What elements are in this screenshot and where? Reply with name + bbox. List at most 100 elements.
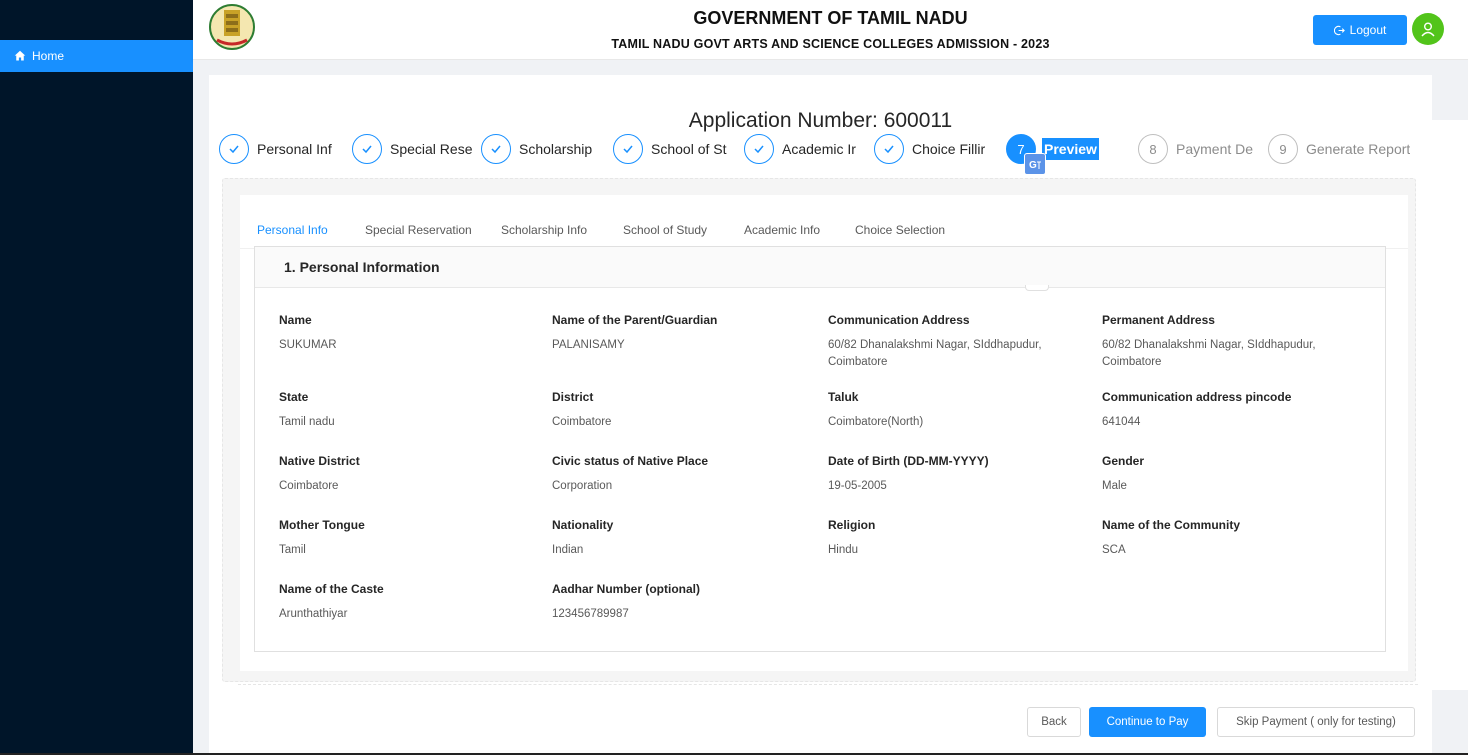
field-native-district: Native District Coimbatore — [279, 454, 552, 518]
field-label: Civic status of Native Place — [552, 454, 709, 468]
field-value: Coimbatore(North) — [828, 416, 924, 428]
step-academic-info[interactable]: Academic Ir — [744, 133, 866, 165]
field-value: 60/82 Dhanalakshmi Nagar, SIddhapudur, C… — [828, 339, 1042, 368]
field-label: Permanent Address — [1102, 313, 1215, 327]
field-value: Corporation — [552, 480, 613, 492]
field-label: Communication address pincode — [1102, 390, 1292, 404]
field-label: Nationality — [552, 518, 614, 532]
sidebar: Home — [0, 0, 193, 755]
field-label: Religion — [828, 518, 876, 532]
translate-icon[interactable]: G — [1024, 153, 1046, 175]
field-label: Native District — [279, 454, 360, 468]
field-label: State — [279, 390, 309, 404]
field-value: Hindu — [828, 544, 859, 556]
check-icon — [481, 134, 511, 164]
tab-school-of-study[interactable]: School of Study — [623, 223, 707, 237]
header-title: GOVERNMENT OF TAMIL NADU — [693, 8, 968, 28]
user-icon — [1421, 22, 1435, 37]
field-label: Date of Birth (DD-MM-YYYY) — [828, 454, 989, 468]
step-payment-details[interactable]: 8 Payment De — [1138, 133, 1258, 165]
logout-button[interactable]: Logout — [1313, 15, 1407, 45]
step-choice-filling[interactable]: Choice Fillir — [874, 133, 998, 165]
logout-label: Logout — [1349, 23, 1387, 37]
step-label: School of St — [651, 141, 727, 157]
continue-to-pay-button[interactable]: Continue to Pay — [1089, 707, 1206, 737]
field-name: Name SUKUMAR — [279, 313, 552, 390]
tab-choice-selection[interactable]: Choice Selection — [855, 223, 945, 237]
field-religion: Religion Hindu — [828, 518, 1102, 582]
sidebar-item-home[interactable]: Home — [0, 40, 193, 72]
avatar[interactable] — [1412, 13, 1444, 45]
check-icon — [744, 134, 774, 164]
field-label: Mother Tongue — [279, 518, 365, 532]
field-label: Communication Address — [828, 313, 970, 327]
field-label: Aadhar Number (optional) — [552, 582, 701, 596]
home-icon — [14, 50, 26, 61]
step-preview[interactable]: 7 Preview — [1006, 133, 1099, 165]
step-label: Special Rese — [390, 141, 473, 157]
field-label: District — [552, 390, 594, 404]
personal-info-grid: Name SUKUMAR Name of the Parent/Guardian P… — [279, 313, 1376, 646]
tab-special-reservation[interactable]: Special Reservation — [365, 223, 472, 237]
sidebar-item-label: Home — [32, 49, 65, 63]
field-caste: Name of the Caste Arunthathiyar — [279, 582, 552, 646]
logout-icon — [1333, 25, 1345, 35]
field-value: PALANISAMY — [552, 339, 625, 351]
field-nationality: Nationality Indian — [552, 518, 828, 582]
field-value: 60/82 Dhanalakshmi Nagar, SIddhapudur, C… — [1102, 339, 1316, 368]
svg-text:G: G — [1029, 160, 1037, 171]
steps-bar: Personal Inf Special Rese Scholarship Sc… — [219, 133, 1459, 165]
step-scholarship[interactable]: Scholarship — [481, 133, 603, 165]
field-value: Arunthathiyar — [279, 608, 348, 620]
header-subtitle: TAMIL NADU GOVT ARTS AND SCIENCE COLLEGE… — [611, 37, 1050, 51]
step-label: Preview — [1042, 138, 1099, 160]
check-icon — [613, 134, 643, 164]
step-label: Scholarship — [519, 141, 593, 157]
collapse-handle[interactable] — [1025, 285, 1049, 291]
step-label: Choice Fillir — [912, 141, 986, 157]
check-icon — [219, 134, 249, 164]
step-generate-report[interactable]: 9 Generate Report — [1268, 133, 1410, 165]
field-value: SUKUMAR — [279, 339, 337, 351]
field-date-of-birth: Date of Birth (DD-MM-YYYY) 19-05-2005 — [828, 454, 1102, 518]
field-pincode: Communication address pincode 641044 — [1102, 390, 1376, 454]
field-value: Indian — [552, 544, 584, 556]
step-school-of-study[interactable]: School of St — [613, 133, 737, 165]
scrollbar-track[interactable] — [1432, 120, 1468, 690]
field-label: Name of the Community — [1102, 518, 1241, 532]
field-gender: Gender Male — [1102, 454, 1376, 518]
field-value: 19-05-2005 — [828, 480, 887, 492]
field-civic-status: Civic status of Native Place Corporation — [552, 454, 828, 518]
application-number: Application Number: 600011 — [688, 109, 953, 132]
tab-personal-info[interactable]: Personal Info — [257, 223, 328, 237]
check-icon — [352, 134, 382, 164]
step-personal-info[interactable]: Personal Inf — [219, 133, 341, 165]
field-parent-guardian: Name of the Parent/Guardian PALANISAMY — [552, 313, 828, 390]
check-icon — [874, 134, 904, 164]
field-value: Coimbatore — [552, 416, 612, 428]
field-label: Taluk — [828, 390, 859, 404]
field-label: Name of the Parent/Guardian — [552, 313, 718, 327]
field-value: Male — [1102, 480, 1127, 492]
footer-actions: Back Continue to Pay Skip Payment ( only… — [238, 684, 1418, 755]
section-title: 1. Personal Information — [255, 247, 1385, 288]
step-number: 8 — [1138, 134, 1168, 164]
field-value: Coimbatore — [279, 480, 339, 492]
field-communication-address: Communication Address 60/82 Dhanalakshmi … — [828, 313, 1102, 390]
step-label: Payment De — [1176, 141, 1254, 157]
tab-academic-info[interactable]: Academic Info — [744, 223, 820, 237]
field-district: District Coimbatore — [552, 390, 828, 454]
field-state: State Tamil nadu — [279, 390, 552, 454]
step-special-reservation[interactable]: Special Rese — [352, 133, 474, 165]
field-taluk: Taluk Coimbatore(North) — [828, 390, 1102, 454]
field-value: Tamil nadu — [279, 416, 335, 428]
field-mother-tongue: Mother Tongue Tamil — [279, 518, 552, 582]
back-button[interactable]: Back — [1027, 707, 1081, 737]
skip-payment-button[interactable]: Skip Payment ( only for testing) — [1217, 707, 1415, 737]
step-label: Generate Report — [1306, 141, 1411, 157]
field-value: SCA — [1102, 544, 1126, 556]
header: GOVERNMENT OF TAMIL NADU TAMIL NADU GOVT… — [193, 0, 1468, 60]
tab-scholarship-info[interactable]: Scholarship Info — [501, 223, 587, 237]
step-number: 9 — [1268, 134, 1298, 164]
step-label: Academic Ir — [782, 141, 856, 157]
